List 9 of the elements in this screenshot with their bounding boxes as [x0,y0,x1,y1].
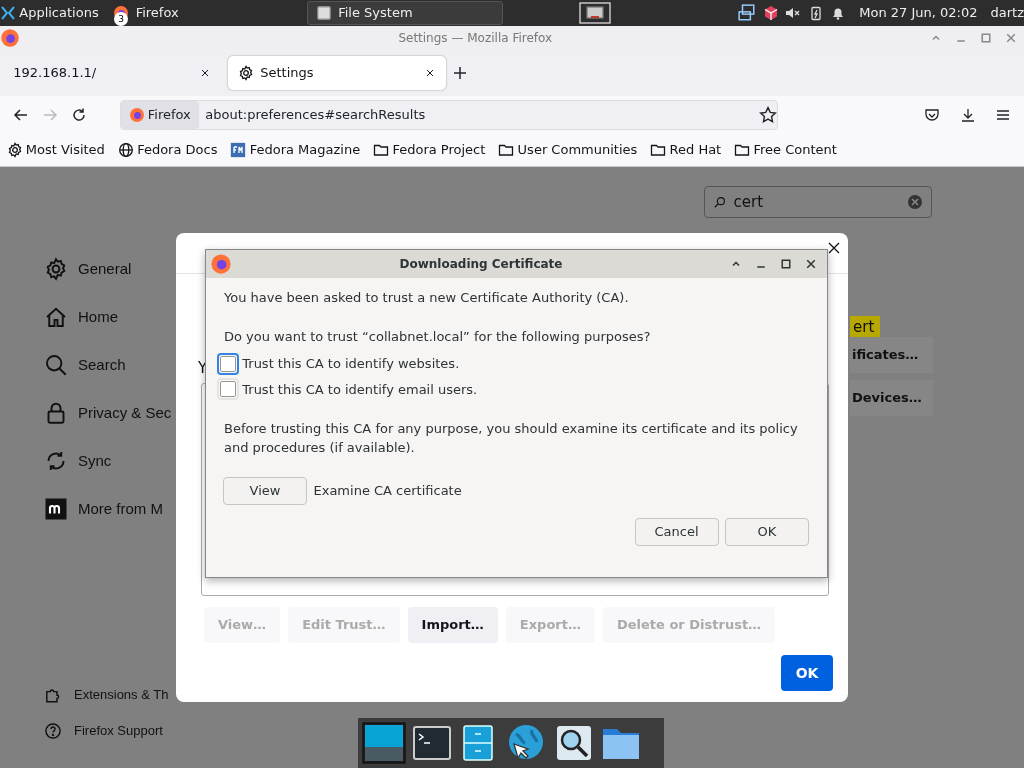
dialog-text: Examine CA certificate [313,482,462,501]
dialog-text: Do you want to trust “collabnet.local” for the following purposes? [224,328,652,346]
count-badge: 3 [114,12,129,26]
dialog-title: Downloading Certificate [399,256,563,273]
url-text: about:preferences#searchResults [205,106,427,125]
search-highlight: ert [850,316,880,337]
window-title: Settings — Mozilla Firefox [398,30,553,47]
dialog-text: Before trusting this CA for any purpose, you should examine its certificate and its policy and procedures (if available). [224,419,799,457]
dialog-text: You have been asked to trust a new Certificate Authority (CA). [224,289,630,307]
